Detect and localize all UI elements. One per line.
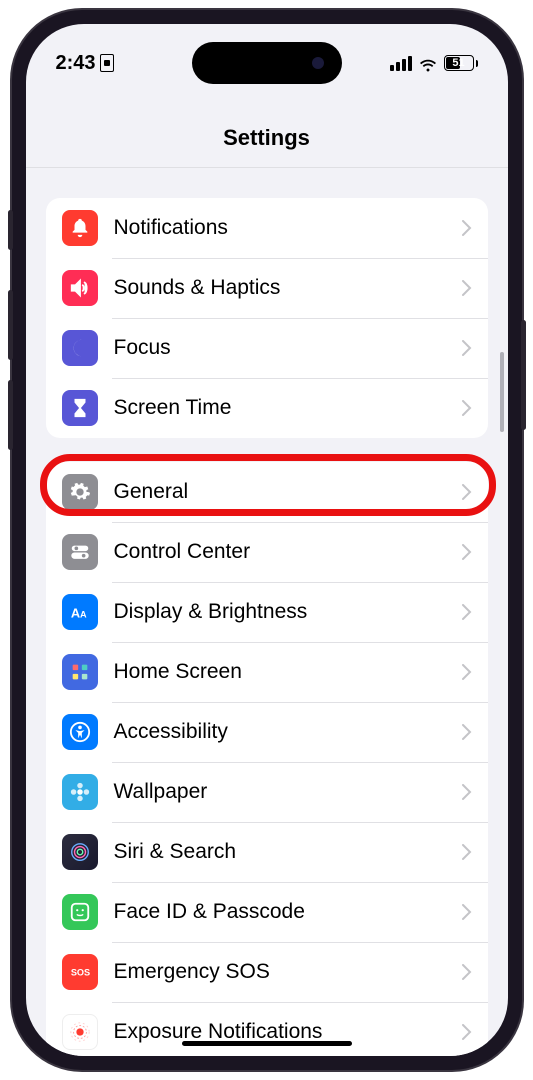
row-label: Notifications [114,216,462,240]
row-sounds-haptics[interactable]: Sounds & Haptics [46,258,488,318]
chevron-right-icon [462,280,472,296]
bell-icon [62,210,98,246]
clock: 2:43 [56,52,96,75]
text-size-icon: AA [62,594,98,630]
row-general[interactable]: General [46,462,488,522]
cellular-icon [390,56,412,71]
chevron-right-icon [462,484,472,500]
mute-switch [8,210,13,250]
row-emergency-sos[interactable]: SOS Emergency SOS [46,942,488,1002]
siri-icon [62,834,98,870]
chevron-right-icon [462,904,472,920]
svg-text:SOS: SOS [70,968,89,978]
row-screen-time[interactable]: Screen Time [46,378,488,438]
chevron-right-icon [462,1024,472,1040]
row-accessibility[interactable]: Accessibility [46,702,488,762]
hourglass-icon [62,390,98,426]
row-display-brightness[interactable]: AA Display & Brightness [46,582,488,642]
row-label: Display & Brightness [114,600,462,624]
sos-icon: SOS [62,954,98,990]
chevron-right-icon [462,604,472,620]
person-circle-icon [62,714,98,750]
chevron-right-icon [462,784,472,800]
exposure-icon [62,1014,98,1050]
row-exposure-notifications[interactable]: Exposure Notifications [46,1002,488,1056]
row-wallpaper[interactable]: Wallpaper [46,762,488,822]
flower-icon [62,774,98,810]
sim-icon [100,54,114,72]
chevron-right-icon [462,664,472,680]
dynamic-island [192,42,342,84]
face-icon [62,894,98,930]
phone-frame: 2:43 51 Settings Notificati [12,10,522,1070]
volume-down-button [8,380,13,450]
row-label: Sounds & Haptics [114,276,462,300]
battery-indicator: 51 [444,55,478,71]
row-face-id-passcode[interactable]: Face ID & Passcode [46,882,488,942]
row-notifications[interactable]: Notifications [46,198,488,258]
scroll-indicator[interactable] [500,352,504,432]
chevron-right-icon [462,340,472,356]
settings-list[interactable]: Notifications Sounds & Haptics Focus Scr… [26,174,508,1056]
header: Settings [26,109,508,168]
settings-group-1: Notifications Sounds & Haptics Focus Scr… [46,198,488,438]
row-label: Siri & Search [114,840,462,864]
chevron-right-icon [462,964,472,980]
battery-percent: 51 [452,57,464,69]
volume-up-button [8,290,13,360]
row-focus[interactable]: Focus [46,318,488,378]
row-label: General [114,480,462,504]
row-label: Focus [114,336,462,360]
grid-icon [62,654,98,690]
home-indicator[interactable] [182,1041,352,1046]
chevron-right-icon [462,220,472,236]
chevron-right-icon [462,844,472,860]
chevron-right-icon [462,400,472,416]
settings-group-2: General Control Center AA Display & Brig… [46,462,488,1056]
screen: 2:43 51 Settings Notificati [26,24,508,1056]
row-home-screen[interactable]: Home Screen [46,642,488,702]
row-label: Emergency SOS [114,960,462,984]
row-label: Face ID & Passcode [114,900,462,924]
status-left: 2:43 [56,52,114,75]
status-right: 51 [390,55,478,71]
moon-icon [62,330,98,366]
row-label: Home Screen [114,660,462,684]
toggles-icon [62,534,98,570]
speaker-icon [62,270,98,306]
chevron-right-icon [462,724,472,740]
page-title: Settings [26,125,508,151]
row-label: Control Center [114,540,462,564]
svg-text:A: A [80,610,87,620]
row-control-center[interactable]: Control Center [46,522,488,582]
power-button [521,320,526,430]
row-label: Screen Time [114,396,462,420]
svg-text:A: A [70,606,79,621]
row-label: Wallpaper [114,780,462,804]
chevron-right-icon [462,544,472,560]
gear-icon [62,474,98,510]
row-label: Accessibility [114,720,462,744]
row-siri-search[interactable]: Siri & Search [46,822,488,882]
wifi-icon [418,56,438,71]
